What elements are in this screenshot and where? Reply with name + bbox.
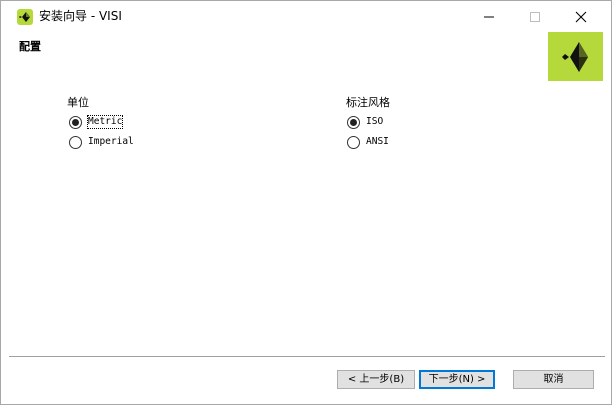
radio-button[interactable] <box>347 135 360 149</box>
radio-ansi[interactable]: ANSI <box>347 134 389 150</box>
brand-logo <box>548 32 603 81</box>
maximize-icon <box>530 11 540 22</box>
cancel-button[interactable]: 取消 <box>513 370 594 389</box>
window-title: 安装向导 - VISI <box>39 9 122 23</box>
maximize-button[interactable] <box>512 1 558 32</box>
radio-label-imperial: Imperial <box>88 136 134 147</box>
radio-button-checked[interactable] <box>69 115 82 129</box>
footer-divider <box>9 356 605 357</box>
radio-label-metric: Metric <box>86 115 124 129</box>
dimension-style-group-label: 标注风格 <box>346 96 390 109</box>
radio-label-ansi: ANSI <box>366 136 389 147</box>
radio-label-iso: ISO <box>366 116 384 127</box>
app-logo-icon <box>17 9 33 25</box>
radio-iso[interactable]: ISO <box>347 114 383 130</box>
radio-metric[interactable]: Metric <box>69 114 124 130</box>
radio-button-checked[interactable] <box>347 115 360 129</box>
back-button[interactable]: < 上一步(B) <box>337 370 415 389</box>
minimize-button[interactable] <box>466 1 512 32</box>
installer-window: 安装向导 - VISI 配置 单位 Metric Imperial 标注风格 I… <box>0 0 612 405</box>
visi-logo-icon <box>562 42 588 72</box>
close-button[interactable] <box>558 1 604 32</box>
units-group-label: 单位 <box>67 96 89 109</box>
close-icon <box>575 11 587 22</box>
next-button[interactable]: 下一步(N) > <box>419 370 495 389</box>
minimize-icon <box>484 16 494 17</box>
radio-imperial[interactable]: Imperial <box>69 134 134 150</box>
page-title: 配置 <box>19 40 41 53</box>
title-bar[interactable]: 安装向导 - VISI <box>1 1 611 32</box>
radio-button[interactable] <box>69 135 82 149</box>
